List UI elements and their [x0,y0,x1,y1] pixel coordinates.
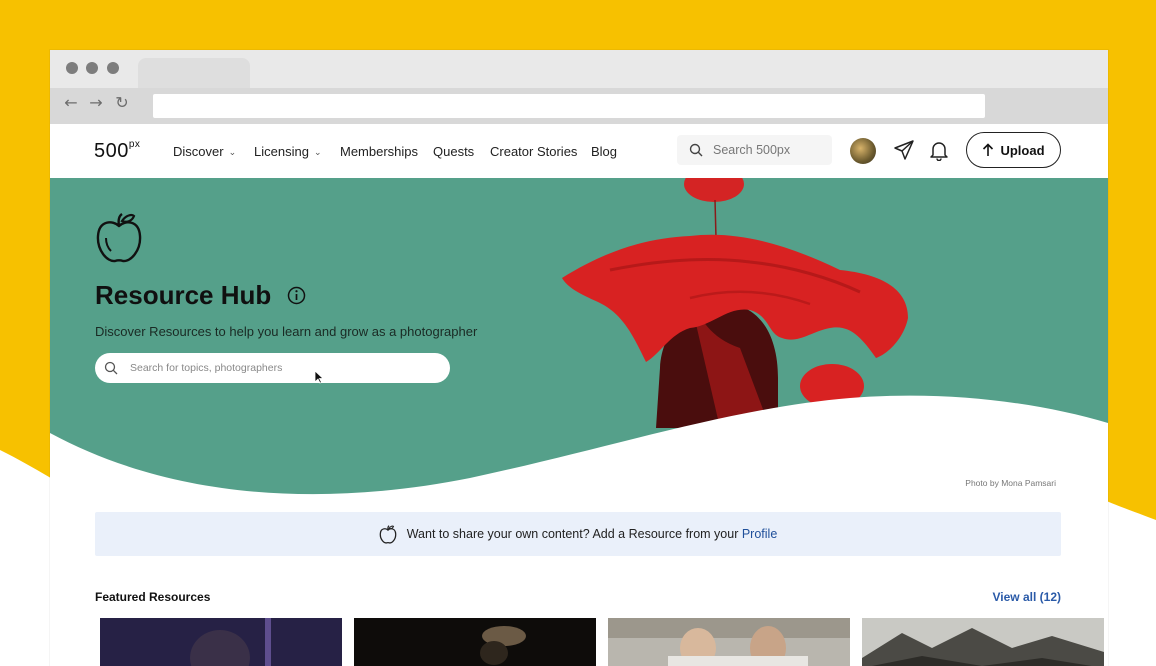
apple-icon [96,213,142,263]
send-icon[interactable] [893,139,915,161]
apple-icon [379,524,397,544]
resource-card[interactable] [100,618,342,666]
resource-card-image [100,618,342,666]
resource-card[interactable] [354,618,596,666]
address-bar[interactable] [153,94,985,118]
hero-subtitle: Discover Resources to help you learn and… [95,324,478,339]
resource-card-image [862,618,1104,666]
view-all-link[interactable]: View all (12) [993,590,1061,604]
logo[interactable]: 500px [94,139,140,163]
nav-licensing[interactable]: Licensing ⌄ [254,144,321,159]
nav-quests[interactable]: Quests [433,144,474,159]
hero-banner: Resource Hub Discover Resources to help … [50,178,1108,508]
window-close-dot[interactable] [66,62,78,74]
header-search[interactable]: Search 500px [677,135,832,165]
mouse-cursor-icon [314,370,324,384]
resource-search-input[interactable] [130,359,430,377]
nav-creator-stories[interactable]: Creator Stories [490,144,577,159]
page-title: Resource Hub [95,280,272,310]
window-maximize-dot[interactable] [107,62,119,74]
nav-discover[interactable]: Discover ⌄ [173,144,236,159]
photo-credit: Photo by Mona Pamsari [965,478,1056,488]
reload-icon[interactable]: ↻ [114,95,130,111]
info-icon[interactable] [287,286,306,305]
browser-window: ← → ↻ 500px Discover ⌄ Licensing ⌄ Members… [50,50,1108,666]
hero-photo [50,178,1108,508]
chevron-down-icon: ⌄ [313,147,322,157]
share-banner-text: Want to share your own content? Add a Re… [406,527,739,541]
search-icon [689,143,703,157]
resource-card[interactable] [608,618,850,666]
window-minimize-dot[interactable] [86,62,98,74]
chevron-down-icon: ⌄ [228,147,237,157]
avatar[interactable] [850,138,876,164]
nav-blog[interactable]: Blog [591,144,617,159]
back-arrow-icon[interactable]: ← [63,95,79,111]
search-icon [104,361,118,375]
resource-card[interactable] [862,618,1104,666]
header-search-placeholder: Search 500px [713,143,791,157]
bell-icon[interactable] [929,139,949,161]
forward-arrow-icon[interactable]: → [88,95,104,111]
nav-memberships[interactable]: Memberships [340,144,418,159]
upload-button[interactable]: Upload [966,132,1061,168]
resource-card-image [608,618,850,666]
resource-search[interactable] [95,353,450,383]
profile-link[interactable]: Profile [742,527,777,541]
arrow-up-icon [983,143,994,156]
site-header: 500px Discover ⌄ Licensing ⌄ Memberships Q… [50,124,1108,178]
share-resource-banner: Want to share your own content? Add a Re… [95,512,1061,556]
browser-tab[interactable] [138,58,250,88]
featured-resources-heading: Featured Resources [95,590,211,604]
resource-card-image [354,618,596,666]
